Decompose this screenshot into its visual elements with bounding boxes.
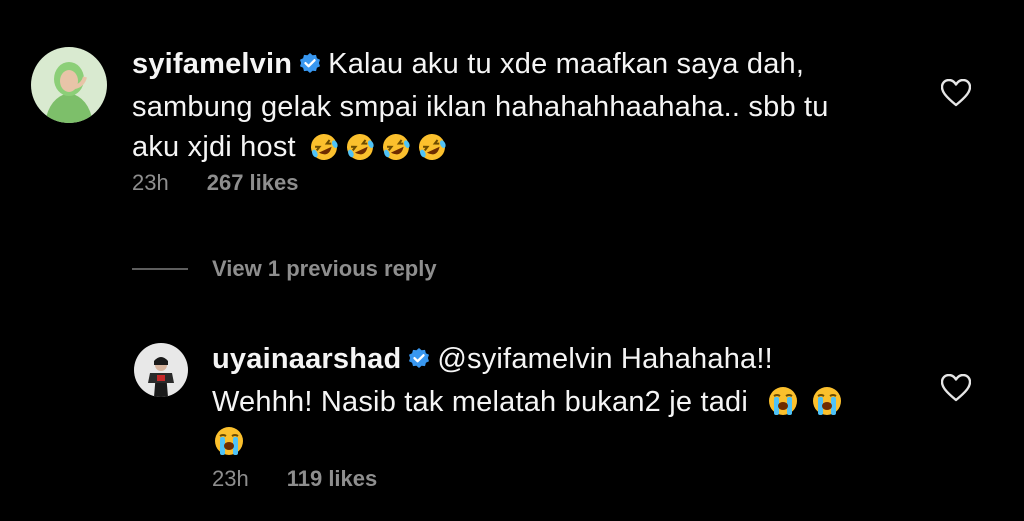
avatar-uyainaarshad[interactable]: [134, 343, 188, 397]
reply-text: uyainaarshad @syifamelvin Hahahaha!! Wehh…: [212, 339, 912, 462]
loudly-crying-emoji: [769, 387, 798, 415]
rolling-laughing-emoji: [347, 134, 374, 160]
reply-text-line2: Wehhh! Nasib tak melatah bukan2 je tadi: [212, 386, 749, 418]
view-replies-label: View 1 previous reply: [212, 256, 437, 281]
verified-badge-icon: [298, 47, 322, 87]
rolling-laughing-emoji: [419, 134, 446, 160]
avatar-syifamelvin[interactable]: [31, 47, 107, 123]
avatar-image: [134, 343, 188, 397]
rolling-laughing-emoji-group: [296, 131, 448, 163]
comment-text-line1: Kalau aku tu xde maafkan saya dah,: [328, 48, 805, 80]
reply-meta: 23h 119 likes: [212, 466, 377, 492]
loudly-crying-emoji: [215, 427, 243, 455]
loudly-crying-emoji: [813, 387, 842, 415]
username[interactable]: uyainaarshad: [212, 343, 401, 375]
reply-text-line1: Hahahaha!!: [620, 343, 773, 375]
likes-count[interactable]: 267 likes: [207, 170, 299, 196]
comment-text-line3: aku xjdi host: [132, 131, 296, 163]
like-heart-icon[interactable]: [940, 78, 972, 112]
avatar-image: [31, 47, 107, 123]
likes-count[interactable]: 119 likes: [287, 466, 378, 492]
crying-emoji-group: [748, 386, 844, 418]
like-heart-icon[interactable]: [940, 373, 972, 407]
rolling-laughing-emoji: [311, 134, 338, 160]
comment-text: syifamelvin Kalau aku tu xde maafkan saya…: [132, 44, 892, 167]
reply-thread-line: [132, 268, 188, 270]
verified-badge-icon: [407, 342, 431, 382]
reply-time: 23h: [212, 466, 249, 491]
rolling-laughing-emoji: [383, 134, 410, 160]
comment-meta: 23h 267 likes: [132, 170, 298, 196]
mention-link[interactable]: @syifamelvin: [437, 343, 612, 375]
comment-text-line2: sambung gelak smpai iklan hahahahhaahaha…: [132, 91, 829, 123]
username[interactable]: syifamelvin: [132, 48, 292, 80]
view-previous-replies[interactable]: View 1 previous reply: [132, 256, 437, 282]
comment-time: 23h: [132, 170, 169, 195]
